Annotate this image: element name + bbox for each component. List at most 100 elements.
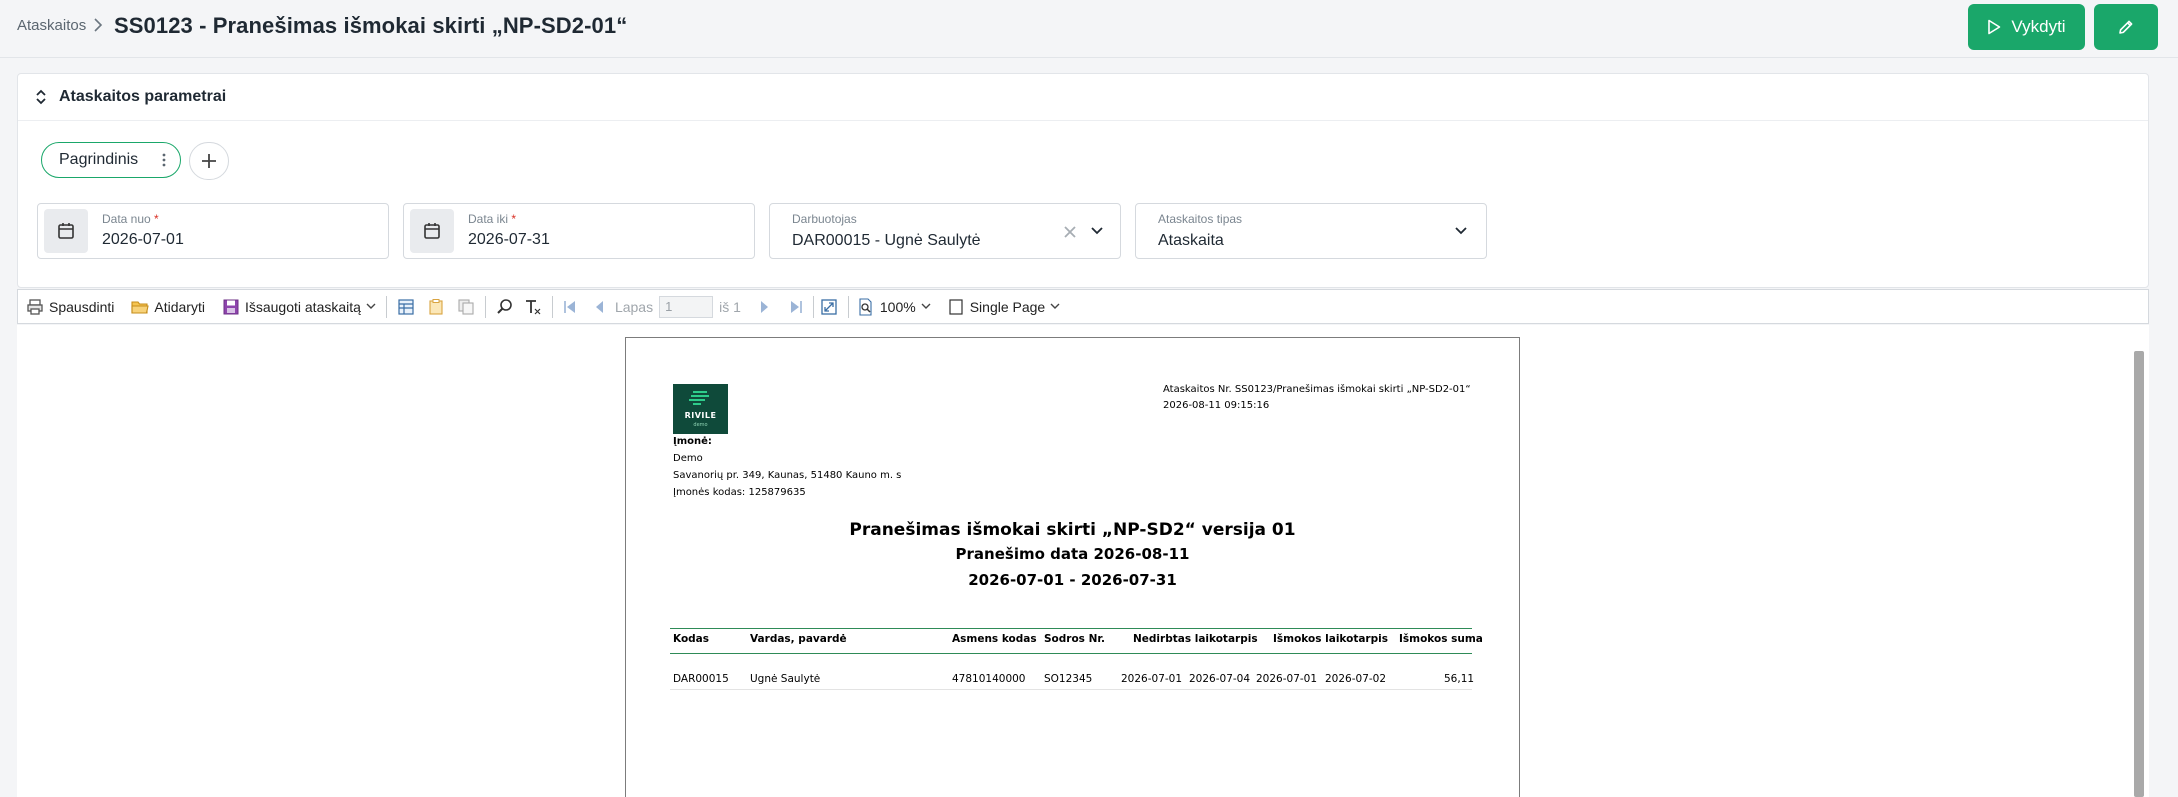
save-report-dropdown[interactable]: Išsaugoti ataskaitą [222,295,376,319]
date-to-value[interactable]: 2026-07-31 [468,231,550,249]
logo-subtext: demo [693,422,708,428]
col-header-sodra-no: Sodros Nr. [1044,633,1106,645]
add-tab-button[interactable] [189,142,229,180]
chevron-down-icon [366,303,376,309]
report-type-select[interactable]: Ataskaitos tipas Ataskaita [1135,203,1487,259]
zoom-icon [859,297,872,316]
tab-pagrindinis[interactable]: Pagrindinis [41,142,181,178]
pencil-icon [2119,20,2133,34]
company-label: Įmonė: [673,436,712,447]
save-icon [223,299,239,314]
toolbar-divider [812,295,814,318]
table-row-rule [670,689,1472,690]
last-page-icon [790,300,802,313]
cell-code: DAR00015 [673,673,729,685]
find-button[interactable] [496,295,514,319]
breadcrumb-ataskaitos[interactable]: Ataskaitos [17,17,86,34]
toolbar-divider [551,295,553,318]
fullscreen-button[interactable] [820,295,838,319]
chevron-right-icon [94,18,103,32]
company-address: Savanorių pr. 349, Kaunas, 51480 Kauno m… [673,470,902,481]
copy-icon [458,298,474,315]
plus-icon [202,154,216,168]
edit-button[interactable] [2094,4,2158,50]
col-header-amount: Išmokos suma [1399,633,1483,645]
date-to-label: Data iki * [468,212,516,226]
cell-unworked-to: 2026-07-04 [1189,673,1251,685]
employee-label: Darbuotojas [792,212,857,226]
printer-icon [27,298,43,315]
report-number: Ataskaitos Nr. SS0123/Pranešimas išmokai… [1163,384,1471,395]
more-vertical-icon[interactable] [162,152,166,168]
required-marker: * [154,212,159,226]
previous-page-icon [595,300,603,313]
logo-text: RIVILE [684,411,717,420]
view-mode-dropdown[interactable]: Single Page [947,295,1061,319]
employee-select[interactable]: Darbuotojas DAR00015 - Ugnė Saulytė [769,203,1121,259]
date-from-value[interactable]: 2026-07-01 [102,231,184,249]
date-to-field[interactable]: Data iki * 2026-07-31 [403,203,755,259]
company-code: Įmonės kodas: 125879635 [673,487,806,498]
expand-collapse-icon [36,89,46,105]
report-period: 2026-07-01 - 2026-07-31 [968,571,1177,589]
play-icon [1988,19,2001,35]
clipboard-icon [429,298,443,315]
last-page-button[interactable] [787,295,805,319]
text-format-button[interactable] [524,295,542,319]
copy-button[interactable] [457,295,475,319]
report-type-label: Ataskaitos tipas [1158,212,1243,226]
print-button[interactable]: Spausdinti [26,295,114,319]
next-page-button[interactable] [755,295,773,319]
previous-page-button[interactable] [591,295,609,319]
logo-mark-icon [689,391,709,405]
chevron-down-icon[interactable] [1090,226,1104,236]
chevron-down-icon[interactable] [1454,226,1468,236]
calendar-icon [58,223,74,239]
col-header-name: Vardas, pavardė [750,633,847,645]
report-parameters-title: Ataskaitos parametrai [59,88,227,105]
report-title: Pranešimas išmokai skirti „NP-SD2“ versi… [849,520,1296,540]
col-header-unworked-period: Nedirbtas laikotarpis [1133,633,1258,645]
first-page-button[interactable] [561,295,579,319]
text-icon [525,299,541,314]
fullscreen-icon [821,298,837,315]
date-to-label-text: Data iki [468,212,509,226]
page-label: Lapas [614,298,654,315]
calendar-icon [424,223,440,239]
cell-sodra-no: SO12345 [1044,673,1093,685]
report-parameters-panel: Ataskaitos parametrai Pagrindinis Data n… [17,73,2149,288]
report-type-value: Ataskaita [1158,232,1224,249]
clear-icon[interactable] [1064,226,1076,238]
tab-pagrindinis-label: Pagrindinis [59,151,139,168]
report-page: RIVILE demo Ataskaitos Nr. SS0123/Praneš… [625,337,1520,797]
required-marker: * [511,212,517,226]
run-button[interactable]: Vykdyti [1968,4,2085,50]
page-count: iš 1 [719,298,741,315]
first-page-icon [564,300,575,313]
date-from-field[interactable]: Data nuo * 2026-07-01 [37,203,389,259]
report-generated-time: 2026-08-11 09:15:16 [1163,400,1270,411]
table-top-rule [670,628,1472,629]
col-header-code: Kodas [673,633,710,645]
chevron-down-icon [921,303,931,309]
report-parameters-header[interactable]: Ataskaitos parametrai [18,74,2148,121]
save-report-label: Išsaugoti ataskaitą [244,298,361,315]
company-logo: RIVILE demo [673,384,728,434]
cell-paid-to: 2026-07-02 [1325,673,1387,685]
parameters-toggle-button[interactable] [397,295,415,319]
single-page-icon [949,298,963,315]
page-number-input[interactable]: 1 [659,295,714,318]
next-page-icon [760,300,768,313]
date-from-calendar-button[interactable] [44,209,88,253]
date-to-calendar-button[interactable] [410,209,454,253]
zoom-dropdown[interactable]: 100% [857,295,931,319]
cell-unworked-from: 2026-07-01 [1121,673,1183,685]
toolbar-divider [385,295,387,318]
date-from-label-text: Data nuo [102,212,151,226]
viewer-scrollbar[interactable] [2134,351,2144,797]
table-header-rule [670,653,1472,654]
top-bar: Ataskaitos SS0123 - Pranešimas išmokai s… [0,0,2178,58]
cell-amount: 56,11 [1444,673,1475,685]
bookmarks-button[interactable] [427,295,445,319]
open-button[interactable]: Atidaryti [131,295,205,319]
